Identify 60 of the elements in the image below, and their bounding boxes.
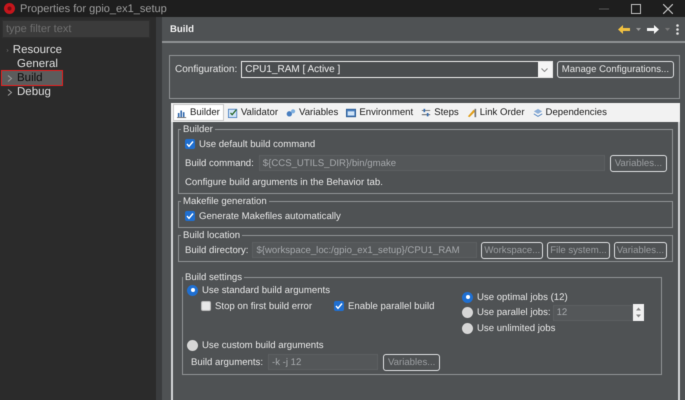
tab[interactable]: Dependencies	[528, 104, 611, 121]
spinner-arrows-icon[interactable]	[636, 307, 641, 318]
checkbox[interactable]	[185, 139, 195, 149]
radio-option[interactable]: Use custom build arguments	[187, 338, 657, 352]
tree-item[interactable]: Debug	[2, 85, 62, 99]
chevron-down-icon	[541, 68, 548, 72]
sliders-icon	[421, 108, 432, 118]
radio-button[interactable]	[462, 322, 473, 334]
group-title: Build settings	[184, 272, 244, 283]
maximize-icon[interactable]	[631, 4, 641, 14]
dropdown-icon[interactable]	[636, 28, 641, 30]
forward-arrow-icon[interactable]	[647, 24, 659, 34]
manage-configurations-button[interactable]: Manage Configurations...	[556, 61, 674, 78]
tree-item[interactable]: General	[2, 57, 62, 71]
configuration-label: Configuration:	[175, 64, 238, 75]
checkmark-icon	[186, 212, 194, 220]
tab[interactable]: Variables	[282, 104, 342, 121]
checkmark-icon	[228, 108, 238, 118]
checkbox[interactable]	[185, 211, 195, 221]
radio-button[interactable]	[187, 284, 198, 296]
radio-option[interactable]: Use unlimited jobs	[462, 321, 556, 335]
tab[interactable]: Validator	[224, 104, 282, 121]
field-label: Build command:	[185, 158, 254, 168]
more-menu-icon[interactable]	[676, 24, 679, 34]
close-icon[interactable]	[663, 4, 673, 14]
tab[interactable]: Steps	[417, 104, 463, 121]
chevron-icon[interactable]	[6, 46, 9, 54]
tab[interactable]: Builder	[173, 104, 224, 121]
bars-icon	[177, 108, 187, 118]
radio-button[interactable]	[462, 292, 473, 302]
group-title: Makefile generation	[182, 196, 268, 207]
pencil-icon	[466, 108, 477, 118]
back-arrow-icon[interactable]	[618, 24, 630, 34]
tree-item[interactable]: Resource	[2, 43, 62, 57]
radio-option[interactable]: Use optimal jobs (12)	[462, 290, 568, 304]
group-title: Build location	[182, 230, 242, 241]
checkbox[interactable]	[201, 301, 211, 311]
radio-option[interactable]: Use standard build arguments	[187, 283, 452, 297]
tab[interactable]: Link Order	[462, 104, 529, 121]
page-title: Build	[170, 24, 195, 34]
checkbox-option[interactable]: Stop on first build error	[201, 299, 334, 313]
group-title: Builder	[182, 124, 214, 135]
app-icon	[4, 3, 15, 14]
tab[interactable]: Environment	[342, 104, 418, 121]
checkbox-option[interactable]: Generate Makefiles automatically	[185, 209, 341, 223]
window-icon	[346, 108, 356, 118]
help-text: Configure build arguments in the Behavior tab.	[185, 176, 383, 188]
window-title: Properties for gpio_ex1_setup	[20, 2, 168, 14]
configuration-dropdown[interactable]: CPU1_RAM [ Active ]	[241, 61, 553, 78]
checkbox-option[interactable]: Enable parallel build	[334, 299, 434, 313]
field-label: Build directory:	[185, 244, 248, 256]
radio-button[interactable]	[187, 340, 198, 350]
chevron-icon[interactable]	[6, 88, 13, 96]
field-label: Build arguments:	[191, 356, 263, 368]
layers-icon	[532, 108, 543, 118]
checkbox[interactable]	[334, 301, 344, 311]
checkmark-icon	[335, 302, 343, 310]
checkmark-icon	[186, 140, 194, 148]
checkbox-option[interactable]: Use default build command	[185, 137, 316, 151]
dropdown-value: CPU1_RAM [ Active ]	[245, 64, 342, 75]
